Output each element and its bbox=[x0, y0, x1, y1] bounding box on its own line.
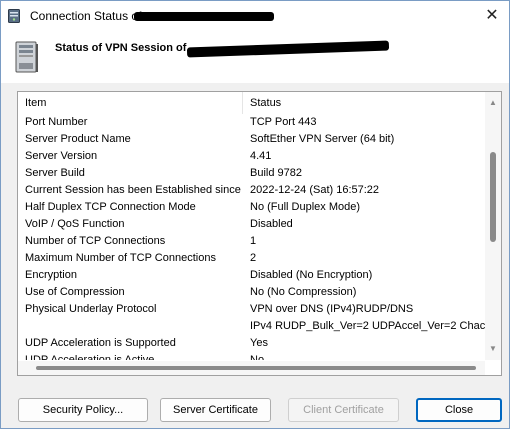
status-cell: 2022-12-24 (Sat) 16:57:22 bbox=[250, 184, 380, 196]
horizontal-scrollbar[interactable] bbox=[18, 361, 485, 375]
status-cell: Disabled (No Encryption) bbox=[250, 269, 373, 281]
table-row[interactable]: Server Build Build 9782 bbox=[18, 165, 485, 182]
close-button[interactable]: Close bbox=[416, 398, 502, 422]
horizontal-scroll-thumb[interactable] bbox=[36, 366, 476, 370]
item-cell: UDP Acceleration is Active bbox=[25, 354, 155, 360]
table-row[interactable]: IPv4 RUDP_Bulk_Ver=2 UDPAccel_Ver=2 Chac… bbox=[18, 318, 485, 335]
server-icon bbox=[15, 41, 39, 75]
item-cell: Physical Underlay Protocol bbox=[25, 303, 157, 315]
status-cell: No (No Compression) bbox=[250, 286, 357, 298]
table-row[interactable]: VoIP / QoS Function Disabled bbox=[18, 216, 485, 233]
status-cell: No (Full Duplex Mode) bbox=[250, 201, 361, 213]
item-cell: VoIP / QoS Function bbox=[25, 218, 125, 230]
session-title: Status of VPN Session of bbox=[55, 42, 187, 54]
table-row[interactable]: Server Version 4.41 bbox=[18, 148, 485, 165]
redaction-mark bbox=[186, 40, 390, 58]
table-row[interactable]: Port Number TCP Port 443 bbox=[18, 114, 485, 131]
status-cell: 2 bbox=[250, 252, 257, 264]
status-cell: SoftEther VPN Server (64 bit) bbox=[250, 133, 395, 145]
status-cell: IPv4 RUDP_Bulk_Ver=2 UDPAccel_Ver=2 Chac… bbox=[250, 320, 485, 332]
table-row[interactable]: UDP Acceleration is Supported Yes bbox=[18, 335, 485, 352]
item-cell: Port Number bbox=[25, 116, 88, 128]
item-cell: Server Product Name bbox=[25, 133, 131, 145]
table-row[interactable]: UDP Acceleration is Active No bbox=[18, 352, 485, 360]
table-row[interactable]: Use of Compression No (No Compression) bbox=[18, 284, 485, 301]
status-list-view[interactable]: Item Status Port Number TCP Port 443 Ser… bbox=[17, 91, 502, 376]
session-header: Status of VPN Session of bbox=[1, 31, 509, 84]
title-bar[interactable]: Connection Status of ✕ bbox=[1, 1, 509, 31]
app-icon bbox=[8, 9, 20, 23]
item-cell: Maximum Number of TCP Connections bbox=[25, 252, 216, 264]
status-cell: Yes bbox=[250, 337, 268, 349]
item-cell: Half Duplex TCP Connection Mode bbox=[25, 201, 196, 213]
status-cell: Disabled bbox=[250, 218, 293, 230]
content-area: Item Status Port Number TCP Port 443 Ser… bbox=[1, 83, 509, 428]
item-cell: Use of Compression bbox=[25, 286, 125, 298]
item-cell: Encryption bbox=[25, 269, 77, 281]
table-row[interactable]: Current Session has been Established sin… bbox=[18, 182, 485, 199]
scroll-up-icon[interactable]: ▲ bbox=[485, 98, 501, 108]
table-row[interactable]: Server Product Name SoftEther VPN Server… bbox=[18, 131, 485, 148]
table-row[interactable]: Encryption Disabled (No Encryption) bbox=[18, 267, 485, 284]
column-header-status[interactable]: Status bbox=[243, 92, 483, 114]
status-cell: VPN over DNS (IPv4)RUDP/DNS bbox=[250, 303, 414, 315]
table-row[interactable]: Half Duplex TCP Connection Mode No (Full… bbox=[18, 199, 485, 216]
table-row[interactable]: Number of TCP Connections 1 bbox=[18, 233, 485, 250]
client-certificate-button: Client Certificate bbox=[288, 398, 399, 422]
scroll-thumb[interactable] bbox=[490, 152, 496, 242]
scroll-down-icon[interactable]: ▼ bbox=[485, 344, 501, 354]
status-cell: 4.41 bbox=[250, 150, 272, 162]
close-icon[interactable]: ✕ bbox=[481, 5, 503, 27]
status-cell: TCP Port 443 bbox=[250, 116, 317, 128]
vertical-scrollbar[interactable]: ▲ ▼ bbox=[485, 92, 501, 360]
connection-status-window: Connection Status of ✕ Status of VPN Ses… bbox=[0, 0, 510, 429]
redaction-mark bbox=[134, 12, 274, 21]
item-cell: Server Version bbox=[25, 150, 98, 162]
item-cell: UDP Acceleration is Supported bbox=[25, 337, 176, 349]
server-certificate-button[interactable]: Server Certificate bbox=[160, 398, 271, 422]
item-cell: Number of TCP Connections bbox=[25, 235, 166, 247]
column-header-item[interactable]: Item bbox=[18, 92, 243, 114]
status-cell: Build 9782 bbox=[250, 167, 302, 179]
status-rows: Port Number TCP Port 443 Server Product … bbox=[18, 114, 485, 360]
status-cell: No bbox=[250, 354, 265, 360]
table-row[interactable]: Maximum Number of TCP Connections 2 bbox=[18, 250, 485, 267]
security-policy-button[interactable]: Security Policy... bbox=[18, 398, 148, 422]
table-row[interactable]: Physical Underlay Protocol VPN over DNS … bbox=[18, 301, 485, 318]
item-cell: Current Session has been Established sin… bbox=[25, 184, 241, 196]
item-cell: Server Build bbox=[25, 167, 85, 179]
window-title: Connection Status of bbox=[30, 9, 142, 23]
status-cell: 1 bbox=[250, 235, 257, 247]
